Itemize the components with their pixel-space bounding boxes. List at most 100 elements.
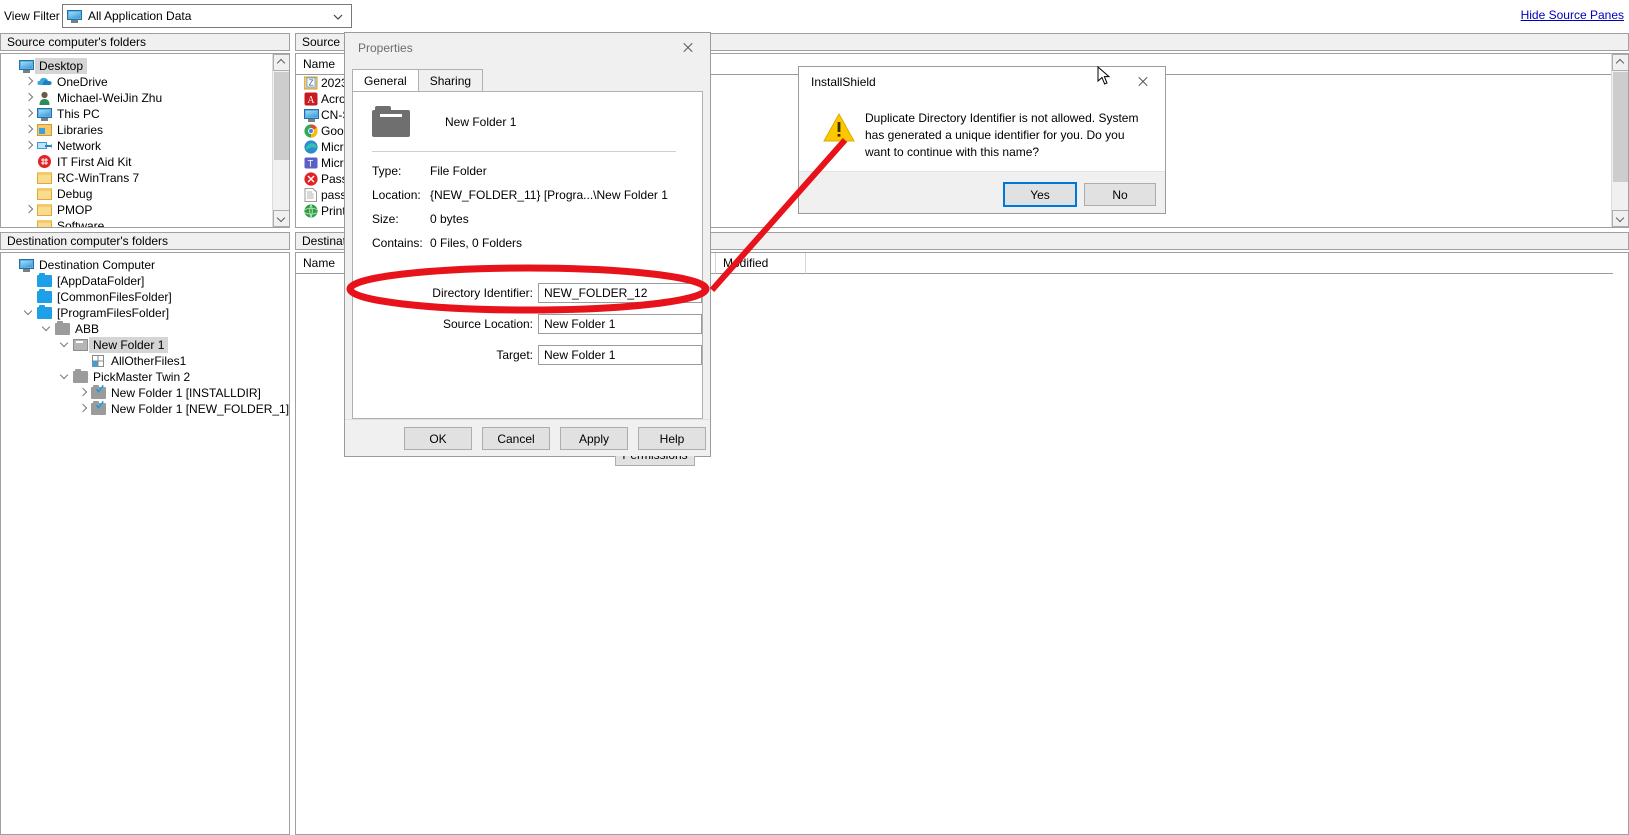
tree-item[interactable]: IT First Aid Kit xyxy=(1,154,166,170)
monitor-icon xyxy=(67,9,82,23)
chevron-down-icon[interactable] xyxy=(41,321,54,337)
info-value: File Folder xyxy=(430,164,487,178)
destination-folders-tree-pane[interactable]: Destination Computer [AppDataFolder] [Comm… xyxy=(0,252,290,835)
tree-item[interactable]: Software xyxy=(1,218,166,227)
chrome-icon xyxy=(304,124,318,138)
tree-item[interactable]: Destination Computer xyxy=(1,257,289,273)
svg-text:T: T xyxy=(308,159,314,169)
chevron-right-icon[interactable] xyxy=(23,138,36,154)
tree-item[interactable]: Network xyxy=(1,138,166,154)
tree-item[interactable]: PMOP xyxy=(1,202,166,218)
teams-icon: T xyxy=(303,155,321,171)
tree-item[interactable]: New Folder 1 [INSTALLDIR] xyxy=(1,385,289,401)
chevron-down-icon[interactable] xyxy=(59,337,72,353)
directory-identifier-field[interactable] xyxy=(538,283,702,303)
source-location-label: Source Location: xyxy=(442,317,533,331)
chevron-right-icon[interactable] xyxy=(23,90,36,106)
tree-item[interactable]: Libraries xyxy=(1,122,166,138)
scroll-up-button[interactable] xyxy=(273,54,289,71)
edge-icon xyxy=(304,140,318,154)
tree-expander-placeholder xyxy=(23,154,36,170)
scroll-down-button[interactable] xyxy=(1612,210,1628,227)
properties-general-page: New Folder 1 Type: File Folder Location:… xyxy=(352,91,703,466)
folder-yellow-icon xyxy=(36,202,53,218)
folder-yellow-icon xyxy=(37,172,52,184)
chevron-right-icon[interactable] xyxy=(23,74,36,90)
folder-yellow-icon xyxy=(36,218,53,227)
monitor-icon xyxy=(18,58,35,74)
properties-dialog[interactable]: Properties General Sharing New Folder 1 … xyxy=(344,32,711,466)
folder-grey-open-icon xyxy=(73,339,88,351)
tree-item-label: Libraries xyxy=(57,123,104,137)
info-value: 0 bytes xyxy=(430,212,469,226)
apply-button[interactable]: Apply xyxy=(560,427,628,450)
text-file-icon xyxy=(304,188,317,202)
user-icon xyxy=(36,90,53,106)
folder-yellow-icon xyxy=(36,186,53,202)
libraries-icon xyxy=(37,124,52,136)
chevron-down-icon[interactable] xyxy=(333,11,343,21)
app-window: View Filter All Application Data Hide So… xyxy=(0,0,1629,835)
folder-blue-icon xyxy=(36,273,53,289)
destination-files-title: Destinati xyxy=(302,234,349,248)
tree-item[interactable]: This PC xyxy=(1,106,166,122)
tree-item[interactable]: [AppDataFolder] xyxy=(1,273,289,289)
tree-item[interactable]: OneDrive xyxy=(1,74,166,90)
tab-sharing[interactable]: Sharing xyxy=(417,69,484,91)
properties-dialog-titlebar[interactable]: Properties xyxy=(345,33,710,63)
source-location-field[interactable] xyxy=(538,314,702,334)
chevron-right-icon[interactable] xyxy=(23,202,36,218)
tree-item[interactable]: Debug xyxy=(1,186,166,202)
scroll-down-button[interactable] xyxy=(273,210,289,227)
monitor-icon xyxy=(19,60,34,73)
chevron-right-icon[interactable] xyxy=(23,106,36,122)
info-key: Type: xyxy=(372,164,402,178)
tree-item[interactable]: ABB xyxy=(1,321,289,337)
chevron-right-icon[interactable] xyxy=(23,122,36,138)
scroll-thumb[interactable] xyxy=(1613,72,1628,182)
chevron-right-icon[interactable] xyxy=(77,385,90,401)
installshield-message-text: Duplicate Directory Identifier is not al… xyxy=(865,111,1139,159)
scroll-thumb[interactable] xyxy=(274,72,289,160)
chevron-down-icon[interactable] xyxy=(23,305,36,321)
chevron-down-icon[interactable] xyxy=(59,369,72,385)
hide-source-panes-link[interactable]: Hide Source Panes xyxy=(1521,8,1624,22)
all-other-files-icon xyxy=(92,355,104,367)
source-folders-tree-pane[interactable]: Desktop OneDrive Michael-WeiJin Zhu This PC… xyxy=(0,53,290,228)
view-filter-combo[interactable]: All Application Data xyxy=(62,4,352,28)
tree-item[interactable]: Michael-WeiJin Zhu xyxy=(1,90,166,106)
no-button[interactable]: No xyxy=(1084,183,1156,206)
close-icon[interactable] xyxy=(665,33,710,62)
source-files-scrollbar[interactable] xyxy=(1611,54,1628,227)
tree-item[interactable]: New Folder 1 [NEW_FOLDER_1] xyxy=(1,401,289,417)
source-folders-tree[interactable]: Desktop OneDrive Michael-WeiJin Zhu This PC… xyxy=(1,54,166,227)
tab-general[interactable]: General xyxy=(352,69,419,91)
tree-expander-placeholder xyxy=(23,186,36,202)
installshield-dialog[interactable]: InstallShield Duplicate Directory Identi… xyxy=(798,66,1166,214)
tree-item[interactable]: PickMaster Twin 2 xyxy=(1,369,289,385)
help-button[interactable]: Help xyxy=(638,427,706,450)
cancel-button[interactable]: Cancel xyxy=(482,427,550,450)
properties-tabstrip[interactable]: General Sharing xyxy=(352,69,484,91)
folder-yellow-icon xyxy=(36,170,53,186)
tree-item[interactable]: AllOtherFiles1 xyxy=(1,353,289,369)
scroll-up-button[interactable] xyxy=(1612,54,1628,71)
network-icon xyxy=(37,142,52,149)
close-icon[interactable] xyxy=(1120,67,1165,96)
acrobat-icon: A xyxy=(304,92,318,106)
tree-item[interactable]: RC-WinTrans 7 xyxy=(1,170,166,186)
destination-folders-tree[interactable]: Destination Computer [AppDataFolder] [Comm… xyxy=(1,253,289,417)
tree-item[interactable]: [CommonFilesFolder] xyxy=(1,289,289,305)
monitor-icon xyxy=(19,259,34,272)
column-header-modified[interactable]: Modified xyxy=(716,253,806,274)
tree-item[interactable]: [ProgramFilesFolder] xyxy=(1,305,289,321)
tree-item[interactable]: New Folder 1 xyxy=(1,337,289,353)
tree-item-label: AllOtherFiles1 xyxy=(111,354,187,368)
source-folders-scrollbar[interactable] xyxy=(272,54,289,227)
chevron-right-icon[interactable] xyxy=(77,401,90,417)
ok-button[interactable]: OK xyxy=(404,427,472,450)
yes-button[interactable]: Yes xyxy=(1003,182,1077,207)
tree-item[interactable]: Desktop xyxy=(1,58,166,74)
installshield-dialog-title: InstallShield xyxy=(811,75,876,89)
target-field[interactable] xyxy=(538,345,702,365)
